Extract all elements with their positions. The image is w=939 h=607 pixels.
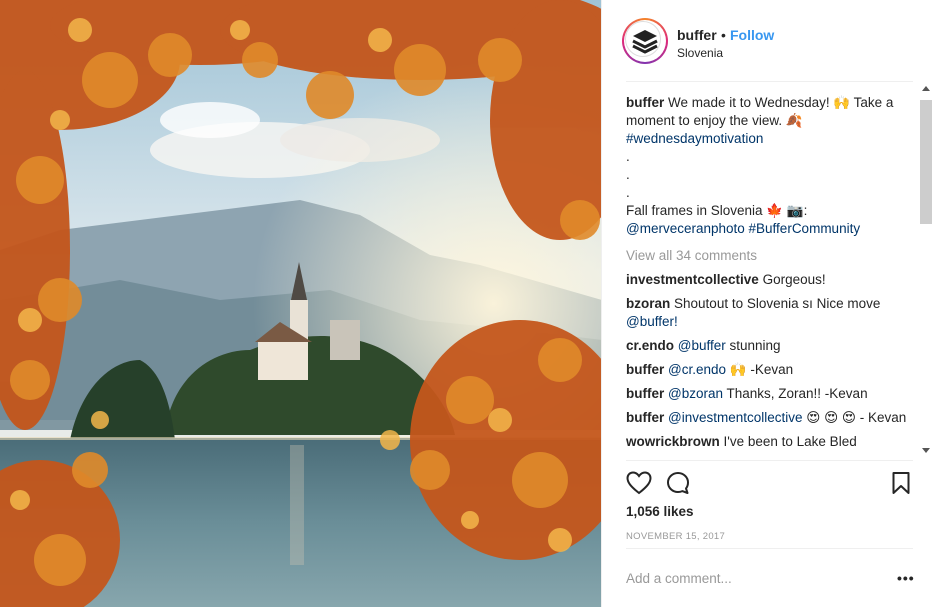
separator-dot: • (721, 27, 726, 43)
scroll-up-arrow-icon[interactable] (922, 86, 930, 91)
list-item: buffer @bzoran Thanks, Zoran!! -Kevan (626, 385, 916, 403)
scrollbar-thumb[interactable] (920, 100, 932, 224)
likes-count[interactable]: 1,056 likes (626, 504, 694, 519)
comment-username[interactable]: wowrickbrown (626, 434, 720, 449)
comment-username[interactable]: buffer (626, 410, 664, 425)
comment-username[interactable]: buffer (626, 362, 664, 377)
comment-text: I've been to Lake Bled (723, 434, 857, 449)
comment-text: 😍 😍 😍 - Kevan (802, 410, 907, 425)
like-button[interactable] (626, 471, 652, 500)
list-item: buffer @investmentcollective 😍 😍 😍 - Kev… (626, 409, 916, 427)
lake-bled-photo (0, 0, 601, 607)
list-item: cr.endo @buffer stunning (626, 337, 916, 355)
view-all-comments-link[interactable]: View all 34 comments (626, 247, 916, 265)
comment-mention[interactable]: @cr.endo (668, 362, 726, 377)
comment-text: Shoutout to Slovenia sı Nice move (674, 296, 881, 311)
list-item: wowrickbrown I've been to Lake Bled (626, 433, 916, 451)
comments-scrollbar[interactable] (919, 86, 934, 459)
follow-button[interactable]: Follow (730, 27, 774, 43)
more-options-button[interactable]: ••• (897, 570, 915, 586)
scroll-down-arrow-icon[interactable] (922, 448, 930, 453)
actions-divider (626, 460, 913, 461)
comment-mention[interactable]: @buffer (678, 338, 726, 353)
add-comment-input[interactable] (626, 568, 886, 588)
comment-icon (667, 472, 689, 494)
list-item: buffer @cr.endo 🙌 -Kevan (626, 361, 916, 379)
comment-username[interactable]: investmentcollective (626, 272, 759, 287)
caption-mention[interactable]: @merveceranphoto (626, 221, 745, 236)
header-divider (626, 81, 913, 82)
list-item: bzoran Shoutout to Slovenia sı Nice move… (626, 295, 916, 331)
comment-mention[interactable]: @investmentcollective (668, 410, 803, 425)
comment-text: Gorgeous! (762, 272, 826, 287)
save-button[interactable] (891, 471, 911, 500)
caption-text: We made it to Wednesday! 🙌 Take a moment… (626, 95, 894, 128)
comment-username[interactable]: cr.endo (626, 338, 674, 353)
comment-mention[interactable]: @buffer! (626, 314, 678, 329)
caption-dot: . (626, 185, 630, 200)
post-author-username[interactable]: buffer (677, 27, 717, 43)
comment-text: stunning (725, 338, 781, 353)
comment-mention[interactable]: @bzoran (668, 386, 723, 401)
post-date: NOVEMBER 15, 2017 (626, 531, 726, 542)
buffer-logo-icon (632, 30, 658, 54)
post-photo[interactable] (0, 0, 602, 607)
post-header: buffer • Follow Slovenia (602, 0, 939, 80)
post-caption: buffer We made it to Wednesday! 🙌 Take a… (626, 94, 916, 238)
heart-icon (626, 471, 652, 495)
comment-text: 🙌 -Kevan (726, 362, 794, 377)
bookmark-icon (892, 472, 910, 494)
caption-dot: . (626, 149, 630, 164)
comment-button[interactable] (666, 471, 690, 500)
comment-username[interactable]: buffer (626, 386, 664, 401)
comment-input-divider (626, 548, 913, 549)
caption-dot: . (626, 167, 630, 182)
caption-hashtag[interactable]: #wednesdaymotivation (626, 131, 763, 146)
comment-username[interactable]: bzoran (626, 296, 670, 311)
comment-text: Thanks, Zoran!! -Kevan (723, 386, 868, 401)
list-item: investmentcollective Gorgeous! (626, 271, 916, 289)
post-location[interactable]: Slovenia (677, 46, 723, 60)
caption-username[interactable]: buffer (626, 95, 664, 110)
caption-hashtag-2[interactable]: #BufferCommunity (749, 221, 861, 236)
avatar[interactable] (622, 18, 668, 64)
comments-list: buffer We made it to Wednesday! 🙌 Take a… (626, 94, 916, 458)
caption-text-2: Fall frames in Slovenia 🍁 📷: (626, 203, 808, 218)
